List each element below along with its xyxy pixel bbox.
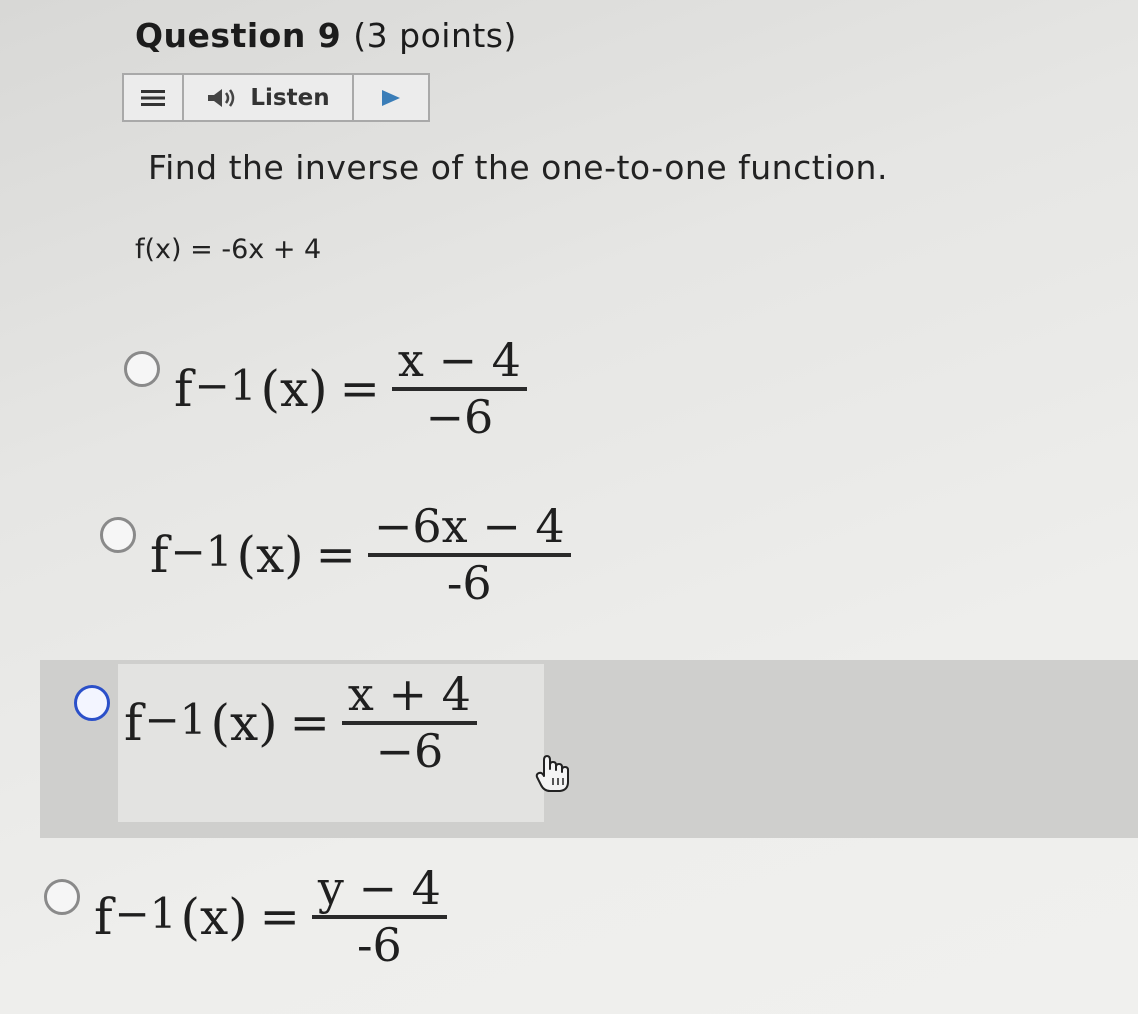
question-prompt: Find the inverse of the one-to-one funct… (148, 148, 888, 187)
answer-option-2[interactable]: f −1 (x) = −6x − 4 -6 (100, 500, 571, 610)
question-number: Question 9 (135, 16, 342, 55)
function-definition: f(x) = -6x + 4 (135, 234, 322, 265)
radio-button[interactable] (74, 684, 110, 721)
speaker-icon (208, 88, 235, 107)
inverse-function-label: f −1 (x) (124, 693, 278, 752)
equals-sign: = (339, 360, 380, 417)
fraction: y − 4 -6 (311, 861, 447, 972)
radio-button[interactable] (124, 350, 160, 387)
radio-button[interactable] (44, 878, 80, 915)
fraction: x − 4 −6 (391, 333, 527, 444)
question-title: Question 9 (3 points) (135, 16, 517, 55)
numerator: x − 4 (397, 333, 521, 387)
denominator: -6 (356, 917, 402, 972)
option-expression: f −1 (x) = y − 4 -6 (94, 862, 447, 972)
answer-option-1[interactable]: f −1 (x) = x − 4 −6 (124, 334, 527, 444)
inverse-function-label: f −1 (x) (94, 887, 248, 946)
question-points: (3 points) (353, 16, 517, 55)
answer-option-3[interactable]: f −1 (x) = x + 4 −6 (74, 668, 477, 778)
inverse-function-label: f −1 (x) (174, 359, 328, 418)
option-expression: f −1 (x) = x + 4 −6 (124, 668, 477, 778)
listen-label: Listen (250, 84, 330, 111)
play-icon (382, 89, 400, 106)
listen-toolbar: Listen (122, 73, 430, 122)
denominator: −6 (425, 389, 494, 444)
equals-sign: = (259, 888, 300, 945)
fraction: −6x − 4 -6 (367, 499, 571, 610)
equals-sign: = (315, 526, 356, 583)
numerator: x + 4 (347, 667, 471, 721)
inverse-function-label: f −1 (x) (150, 525, 304, 584)
radio-button[interactable] (100, 516, 136, 553)
option-expression: f −1 (x) = −6x − 4 -6 (150, 500, 571, 610)
denominator: −6 (375, 723, 444, 778)
denominator: -6 (446, 555, 492, 610)
hand-cursor-icon (535, 755, 569, 792)
play-button[interactable] (354, 75, 428, 120)
menu-icon (141, 89, 165, 106)
menu-button[interactable] (124, 75, 184, 120)
answer-option-4[interactable]: f −1 (x) = y − 4 -6 (44, 862, 447, 972)
numerator: −6x − 4 (373, 499, 565, 553)
option-expression: f −1 (x) = x − 4 −6 (174, 334, 527, 444)
equals-sign: = (289, 694, 330, 751)
numerator: y − 4 (317, 861, 441, 915)
fraction: x + 4 −6 (341, 667, 477, 778)
listen-button[interactable]: Listen (184, 75, 354, 120)
